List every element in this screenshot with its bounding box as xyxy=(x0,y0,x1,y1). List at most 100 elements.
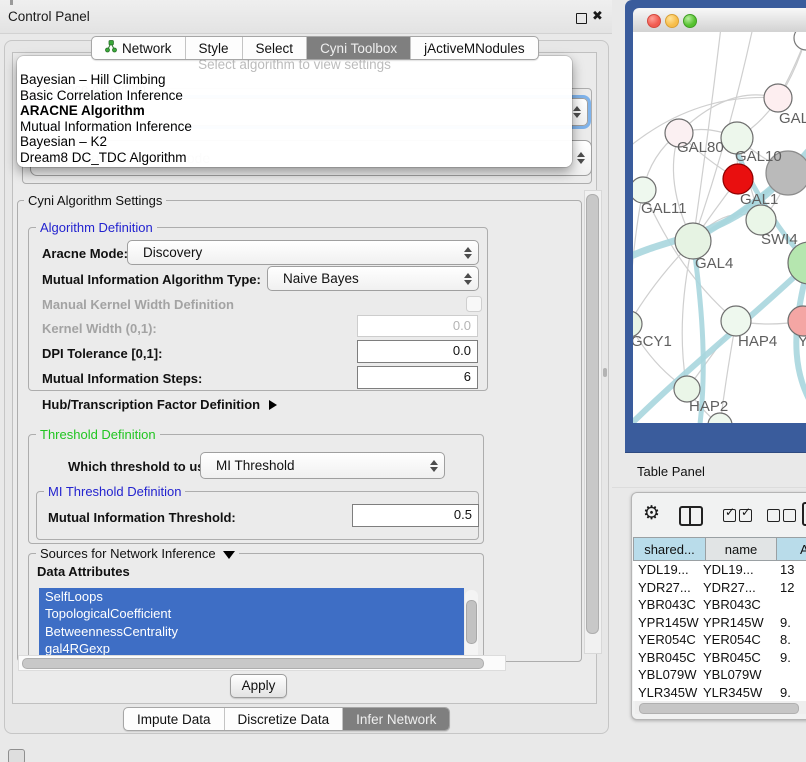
table-panel-title: Table Panel xyxy=(637,464,705,479)
node-label-hap2: HAP2 xyxy=(689,398,728,415)
tab-infer-network[interactable]: Infer Network xyxy=(342,708,449,730)
mi-threshold-label: Mutual Information Threshold: xyxy=(48,510,236,525)
table-hscrollbar-thumb[interactable] xyxy=(639,703,799,714)
tab-infer-network-label: Infer Network xyxy=(356,709,436,730)
tab-cyni-toolbox[interactable]: Cyni Toolbox xyxy=(306,37,410,59)
table-row[interactable]: YER054CYER054C8. xyxy=(633,631,806,649)
tab-discretize-data[interactable]: Discretize Data xyxy=(224,708,343,730)
table-cell: YBR045C xyxy=(703,649,775,667)
table-cell: YLR345W xyxy=(638,684,701,702)
combo-arrows-icon xyxy=(458,241,478,264)
settings-vscrollbar-thumb[interactable] xyxy=(586,194,599,634)
dock-panel-icon[interactable] xyxy=(8,749,25,762)
sources-title-text: Sources for Network Inference xyxy=(40,546,216,561)
attribute-item-selfloops[interactable]: SelfLoops xyxy=(39,588,464,605)
application-window: Control Panel ✖ Inference Algorithm gal-… xyxy=(0,0,806,762)
deselect-all-box1-icon[interactable] xyxy=(767,509,780,522)
hub-definition-label: Hub/Transcription Factor Definition xyxy=(42,397,260,412)
list-scrollbar-thumb[interactable] xyxy=(466,600,477,644)
algorithm-option-basic-correlation-inference[interactable]: Basic Correlation Inference xyxy=(17,88,572,104)
kernel-width-field[interactable]: 0.0 xyxy=(357,315,478,337)
mi-threshold-field[interactable]: 0.5 xyxy=(352,504,479,527)
gear-icon[interactable]: ⚙ xyxy=(643,503,660,525)
column-header-name[interactable]: name xyxy=(706,537,777,561)
tab-discretize-data-label: Discretize Data xyxy=(238,709,330,730)
table-body: YDL19...YDL19...13YDR27...YDR27...12YBR0… xyxy=(633,561,806,701)
tab-select[interactable]: Select xyxy=(242,37,307,59)
table-cell: 9. xyxy=(780,614,806,632)
table-row[interactable]: YBL079WYBL079W xyxy=(633,666,806,684)
table-row[interactable]: YDL19...YDL19...13 xyxy=(633,561,806,579)
table-row[interactable]: YBR043CYBR043C xyxy=(633,596,806,614)
panel-splitter-handle[interactable] xyxy=(603,368,607,377)
mi-algorithm-type-label: Mutual Information Algorithm Type: xyxy=(42,272,261,287)
attribute-item-betweennesscentrality[interactable]: BetweennessCentrality xyxy=(39,623,464,640)
dpi-tolerance-label: DPI Tolerance [0,1]: xyxy=(42,346,162,361)
network-canvas[interactable]: GALGAL80GAL10GAL1GAL11GAL4SWI4GCY1HAP4YH… xyxy=(633,32,806,423)
mi-algorithm-type-value: Naive Bayes xyxy=(268,271,458,286)
panel-title: Control Panel xyxy=(8,9,90,24)
hub-definition-toggle[interactable]: Hub/Transcription Factor Definition xyxy=(42,397,277,412)
which-threshold-combo[interactable]: MI Threshold xyxy=(200,452,445,479)
control-panel-header xyxy=(0,0,612,34)
algorithm-option-mutual-information-inference[interactable]: Mutual Information Inference xyxy=(17,119,572,135)
tab-network[interactable]: Network xyxy=(92,37,185,59)
dpi-tolerance-field[interactable]: 0.0 xyxy=(357,340,478,363)
column-header-shared[interactable]: shared... xyxy=(633,537,706,561)
mi-steps-field[interactable]: 6 xyxy=(357,366,478,389)
tab-style[interactable]: Style xyxy=(185,37,242,59)
tab-impute-data[interactable]: Impute Data xyxy=(124,708,224,730)
apply-button[interactable]: Apply xyxy=(230,674,287,698)
table-row[interactable]: YLR345WYLR345W9. xyxy=(633,684,806,702)
network-node-y[interactable] xyxy=(788,306,806,336)
table-row[interactable]: YBR045CYBR045C9. xyxy=(633,649,806,667)
cyni-mode-tabbar: Impute Data Discretize Data Infer Network xyxy=(123,707,450,731)
network-edge xyxy=(693,32,721,241)
settings-hscrollbar-thumb[interactable] xyxy=(22,658,484,669)
sources-group-title[interactable]: Sources for Network Inference xyxy=(36,546,239,561)
mi-algorithm-type-combo[interactable]: Naive Bayes xyxy=(267,266,479,291)
attribute-item-topologicalcoefficient[interactable]: TopologicalCoefficient xyxy=(39,605,464,622)
column-header-a[interactable]: A xyxy=(777,537,806,561)
node-label-gal10: GAL10 xyxy=(735,148,782,165)
aracne-mode-combo[interactable]: Discovery xyxy=(127,240,479,265)
table-cell: YDR27... xyxy=(703,579,775,597)
data-attributes-label: Data Attributes xyxy=(37,564,130,579)
network-node-gal4[interactable] xyxy=(675,223,711,259)
close-icon[interactable]: ✖ xyxy=(592,8,603,24)
tab-jactivemnodules[interactable]: jActiveMNodules xyxy=(410,37,538,59)
table-cell: 9. xyxy=(780,649,806,667)
network-node-hap4[interactable] xyxy=(721,306,751,336)
algorithm-option-aracne-algorithm[interactable]: ARACNE Algorithm xyxy=(17,103,572,119)
tab-style-label: Style xyxy=(199,38,229,59)
table-cell: 8. xyxy=(780,631,806,649)
table-icon[interactable] xyxy=(802,502,806,526)
float-window-icon[interactable] xyxy=(576,13,587,24)
algorithm-option-bayesian-hill-climbing[interactable]: Bayesian – Hill Climbing xyxy=(17,72,572,88)
manual-kernel-width-checkbox[interactable] xyxy=(466,296,482,312)
table-row[interactable]: YDR27...YDR27...12 xyxy=(633,579,806,597)
network-node-gal[interactable] xyxy=(764,84,792,112)
close-traffic-light-icon[interactable] xyxy=(647,14,661,28)
deselect-all-box2-icon[interactable] xyxy=(783,509,796,522)
table-cell: YPR145W xyxy=(703,614,775,632)
table-cell: YBL079W xyxy=(703,666,775,684)
collapse-down-icon xyxy=(223,551,235,559)
select-all-check2-icon[interactable]: ✓ xyxy=(739,509,752,522)
network-node[interactable] xyxy=(723,164,753,194)
minimize-traffic-light-icon[interactable] xyxy=(665,14,679,28)
attribute-item-gal4rgexp[interactable]: gal4RGexp xyxy=(39,640,464,655)
columns-icon[interactable] xyxy=(679,506,703,526)
select-all-check1-icon[interactable]: ✓ xyxy=(723,509,736,522)
node-label-gal11: GAL11 xyxy=(641,200,687,217)
node-label-gcy1: GCY1 xyxy=(633,333,672,350)
list-scrollbar-track[interactable] xyxy=(465,590,478,655)
table-row[interactable]: YPR145WYPR145W9. xyxy=(633,614,806,632)
network-icon xyxy=(105,38,122,59)
algorithm-option-dream8-dc-tdc-algorithm[interactable]: Dream8 DC_TDC Algorithm xyxy=(17,150,572,166)
network-node[interactable] xyxy=(794,32,806,50)
manual-kernel-width-label: Manual Kernel Width Definition xyxy=(42,297,234,312)
zoom-traffic-light-icon[interactable] xyxy=(683,14,697,28)
network-window-titlebar[interactable] xyxy=(633,8,806,33)
algorithm-option-bayesian-k2[interactable]: Bayesian – K2 xyxy=(17,134,572,150)
